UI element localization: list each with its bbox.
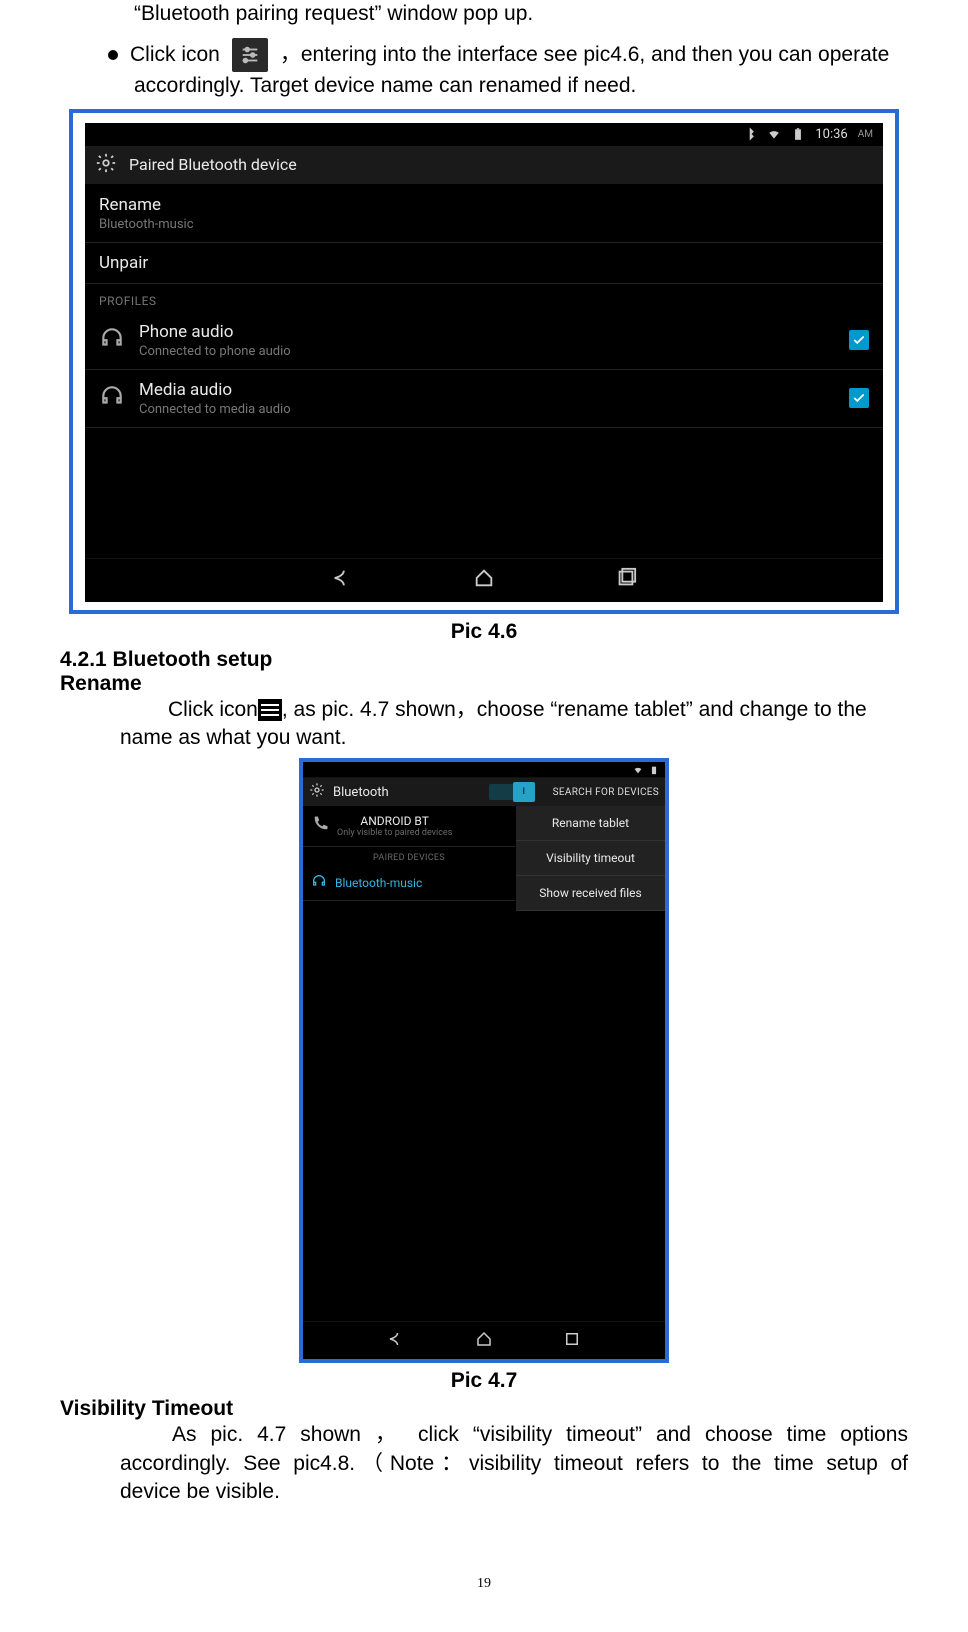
wifi-icon [767,127,781,141]
nav-bar [85,558,883,602]
phone-nav-bar [303,1321,665,1359]
menu-item-visibility-timeout[interactable]: Visibility timeout [516,841,665,876]
rename-heading: Rename [60,672,908,696]
rename-sub: Bluetooth-music [99,217,869,232]
phone-status-bar [303,762,665,778]
bluetooth-toggle[interactable]: I [489,784,535,800]
phone-audio-sub: Connected to phone audio [139,344,835,359]
sliders-icon [232,38,268,72]
menu-item-rename-tablet[interactable]: Rename tablet [516,806,665,841]
search-devices-label[interactable]: SEARCH FOR DEVICES [553,787,659,798]
section-heading: 4.2.1 Bluetooth setup [60,648,908,672]
bluetooth-icon [743,127,757,141]
page-number: 19 [60,1576,908,1592]
device-sub: Only visible to paired devices [337,828,452,838]
screenshot-4-7: Bluetooth I SEARCH FOR DEVICES ANDROID B… [299,758,669,1363]
unpair-label: Unpair [99,253,869,273]
screenshot-4-6: 10:36 AM Paired Bluetooth device Rename … [69,109,899,614]
profiles-section-label: PROFILES [85,284,883,312]
phone-audio-row[interactable]: Phone audio Connected to phone audio [85,312,883,370]
visibility-line1: As pic. 4.7 shown ， click “visibility ti… [120,1421,908,1449]
overflow-menu: Rename tablet Visibility timeout Show re… [515,806,665,911]
this-device-row[interactable]: ANDROID BT Only visible to paired device… [303,806,515,847]
toggle-knob: I [513,782,535,802]
blank-area [303,911,665,1321]
settings-icon[interactable] [309,782,325,802]
visibility-line3: device be visible. [120,1478,908,1506]
bullet-item: Click icon ，entering into the interface … [104,38,908,72]
appbar-title: Paired Bluetooth device [129,155,297,174]
headphones-icon [99,383,125,413]
paired-section-label: PAIRED DEVICES [303,847,515,865]
phone-audio-checkbox[interactable] [849,330,869,350]
paired-device-row[interactable]: Bluetooth-music [303,865,515,901]
visibility-line2: accordingly. See pic4.8.（Note：visibility… [120,1450,908,1478]
media-audio-title: Media audio [139,380,835,400]
home-icon[interactable] [473,567,495,593]
device-title: ANDROID BT [337,814,452,828]
bullet-text-cont: accordingly. Target device name can rena… [134,72,908,100]
bullet-text-pre: Click icon [130,41,220,69]
menu-icon [258,699,282,721]
home-icon[interactable] [475,1330,493,1352]
rename-label: Rename [99,195,869,215]
media-audio-row[interactable]: Media audio Connected to media audio [85,370,883,428]
bullet-text-post: ，entering into the interface see pic4.6,… [280,41,889,69]
rename-text-post: , as pic. 4.7 shown，choose “rename table… [282,698,867,721]
status-bar: 10:36 AM [85,123,883,146]
phone-icon [311,815,329,837]
unpair-row[interactable]: Unpair [85,243,883,284]
headphones-icon [311,873,327,892]
rename-text-pre: Click icon [168,698,258,721]
rename-text-cont: name as what you want. [120,724,908,752]
bullet-dot-icon [108,50,118,60]
wifi-icon [633,765,643,775]
recents-icon[interactable] [563,1330,581,1352]
recents-icon[interactable] [615,567,637,593]
menu-item-show-received-files[interactable]: Show received files [516,876,665,911]
rename-body-row: Click icon , as pic. 4.7 shown，choose “re… [168,696,908,724]
phone-app-bar: Bluetooth I SEARCH FOR DEVICES [303,778,665,806]
intro-line: “Bluetooth pairing request” window pop u… [134,0,908,28]
status-ampm: AM [858,129,873,140]
battery-icon [791,127,805,141]
headphones-icon [99,325,125,355]
phone-appbar-title: Bluetooth [333,785,389,800]
visibility-heading: Visibility Timeout [60,1397,908,1421]
status-time: 10:36 [815,127,847,142]
blank-area [85,428,883,558]
app-bar: Paired Bluetooth device [85,146,883,185]
back-icon[interactable] [331,567,353,593]
media-audio-checkbox[interactable] [849,388,869,408]
back-icon[interactable] [387,1330,405,1352]
paired-device-name: Bluetooth-music [335,876,422,890]
phone-audio-title: Phone audio [139,322,835,342]
caption-4-7: Pic 4.7 [60,1369,908,1393]
settings-icon[interactable] [95,152,117,178]
media-audio-sub: Connected to media audio [139,402,835,417]
caption-4-6: Pic 4.6 [60,620,908,644]
rename-row[interactable]: Rename Bluetooth-music [85,185,883,243]
battery-icon [649,765,659,775]
